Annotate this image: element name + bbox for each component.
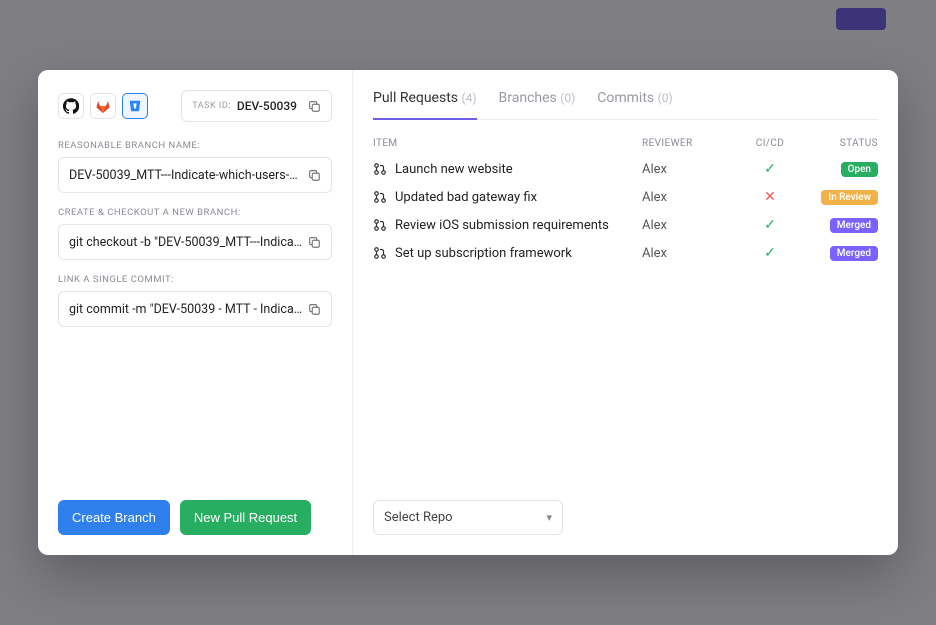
table-row[interactable]: Updated bad gateway fix Alex ✕ In Review (373, 183, 878, 211)
pr-status-cell: Open (808, 162, 878, 177)
tab-pull-requests-count: (4) (462, 91, 477, 105)
pr-title: Updated bad gateway fix (395, 190, 537, 205)
pr-status-cell: Merged (808, 218, 878, 233)
tab-commits-label: Commits (597, 90, 654, 106)
ci-pass-icon: ✓ (764, 217, 776, 233)
branch-name-label: REASONABLE BRANCH NAME: (58, 140, 332, 151)
tab-branches-count: (0) (560, 91, 575, 105)
task-id-value: DEV-50039 (237, 99, 297, 113)
ci-pass-icon: ✓ (764, 161, 776, 177)
status-badge: Open (841, 162, 878, 177)
pr-table-body: Launch new website Alex ✓ Open Updated bad g… (373, 155, 878, 267)
th-reviewer: REVIEWER (642, 138, 732, 149)
bitbucket-icon[interactable] (122, 93, 148, 119)
new-pull-request-button[interactable]: New Pull Request (180, 500, 311, 535)
create-branch-button[interactable]: Create Branch (58, 500, 170, 535)
branch-name-field[interactable]: DEV-50039_MTT---Indicate-which-users-c..… (58, 157, 332, 193)
th-status: STATUS (808, 138, 878, 149)
pull-request-icon (373, 190, 387, 204)
ci-fail-icon: ✕ (764, 189, 776, 205)
pr-title: Launch new website (395, 162, 513, 177)
checkout-value: git checkout -b "DEV-50039_MTT---Indica.… (69, 235, 303, 250)
checkout-label: CREATE & CHECKOUT A NEW BRANCH: (58, 207, 332, 218)
ci-pass-icon: ✓ (764, 245, 776, 261)
repo-select[interactable]: Select Repo ▾ (373, 500, 563, 535)
tab-branches[interactable]: Branches (0) (499, 90, 576, 120)
pr-reviewer: Alex (642, 246, 732, 261)
pr-title: Review iOS submission requirements (395, 218, 609, 233)
table-row[interactable]: Set up subscription framework Alex ✓ Merged (373, 239, 878, 267)
left-panel: TASK ID: DEV-50039 REASONABLE BRANCH NAM… (38, 70, 353, 555)
github-icon[interactable] (58, 93, 84, 119)
pr-cicd: ✓ (740, 245, 800, 261)
pr-item: Review iOS submission requirements (373, 218, 634, 233)
pr-status-cell: In Review (808, 190, 878, 205)
pull-request-icon (373, 162, 387, 176)
commit-field[interactable]: git commit -m "DEV-50039 - MTT - Indicat… (58, 291, 332, 327)
pr-title: Set up subscription framework (395, 246, 572, 261)
pr-cicd: ✓ (740, 217, 800, 233)
repo-select-label: Select Repo (384, 510, 453, 525)
branch-name-value: DEV-50039_MTT---Indicate-which-users-c..… (69, 168, 303, 183)
status-badge: Merged (830, 246, 878, 261)
th-cicd: CI/CD (740, 138, 800, 149)
th-item: ITEM (373, 138, 634, 149)
copy-commit-icon[interactable] (303, 298, 325, 320)
integration-row: TASK ID: DEV-50039 (58, 90, 332, 122)
pr-reviewer: Alex (642, 218, 732, 233)
table-row[interactable]: Review iOS submission requirements Alex ✓ M… (373, 211, 878, 239)
tab-pull-requests[interactable]: Pull Requests (4) (373, 90, 477, 120)
pr-reviewer: Alex (642, 190, 732, 205)
right-panel: Pull Requests (4) Branches (0) Commits (… (353, 70, 898, 555)
task-id-pill: TASK ID: DEV-50039 (181, 90, 332, 122)
tab-commits[interactable]: Commits (0) (597, 90, 672, 120)
commit-value: git commit -m "DEV-50039 - MTT - Indicat… (69, 302, 303, 317)
left-actions: Create Branch New Pull Request (58, 500, 332, 535)
status-badge: In Review (821, 190, 878, 205)
task-id-label: TASK ID: (192, 101, 231, 111)
pr-item: Launch new website (373, 162, 634, 177)
tab-pull-requests-label: Pull Requests (373, 90, 458, 106)
commit-label: LINK A SINGLE COMMIT: (58, 274, 332, 285)
pr-status-cell: Merged (808, 246, 878, 261)
table-row[interactable]: Launch new website Alex ✓ Open (373, 155, 878, 183)
pull-request-icon (373, 246, 387, 260)
pr-item: Updated bad gateway fix (373, 190, 634, 205)
git-modal: TASK ID: DEV-50039 REASONABLE BRANCH NAM… (38, 70, 898, 555)
pr-cicd: ✕ (740, 189, 800, 205)
copy-task-id-icon[interactable] (303, 95, 325, 117)
tab-commits-count: (0) (658, 91, 673, 105)
pr-table-head: ITEM REVIEWER CI/CD STATUS (373, 132, 878, 155)
tab-branches-label: Branches (499, 90, 557, 106)
pull-request-icon (373, 218, 387, 232)
checkout-field[interactable]: git checkout -b "DEV-50039_MTT---Indica.… (58, 224, 332, 260)
pr-item: Set up subscription framework (373, 246, 634, 261)
pr-reviewer: Alex (642, 162, 732, 177)
copy-checkout-icon[interactable] (303, 231, 325, 253)
tabs: Pull Requests (4) Branches (0) Commits (… (373, 90, 878, 120)
status-badge: Merged (830, 218, 878, 233)
pr-cicd: ✓ (740, 161, 800, 177)
copy-branch-icon[interactable] (303, 164, 325, 186)
gitlab-icon[interactable] (90, 93, 116, 119)
chevron-down-icon: ▾ (546, 511, 552, 524)
